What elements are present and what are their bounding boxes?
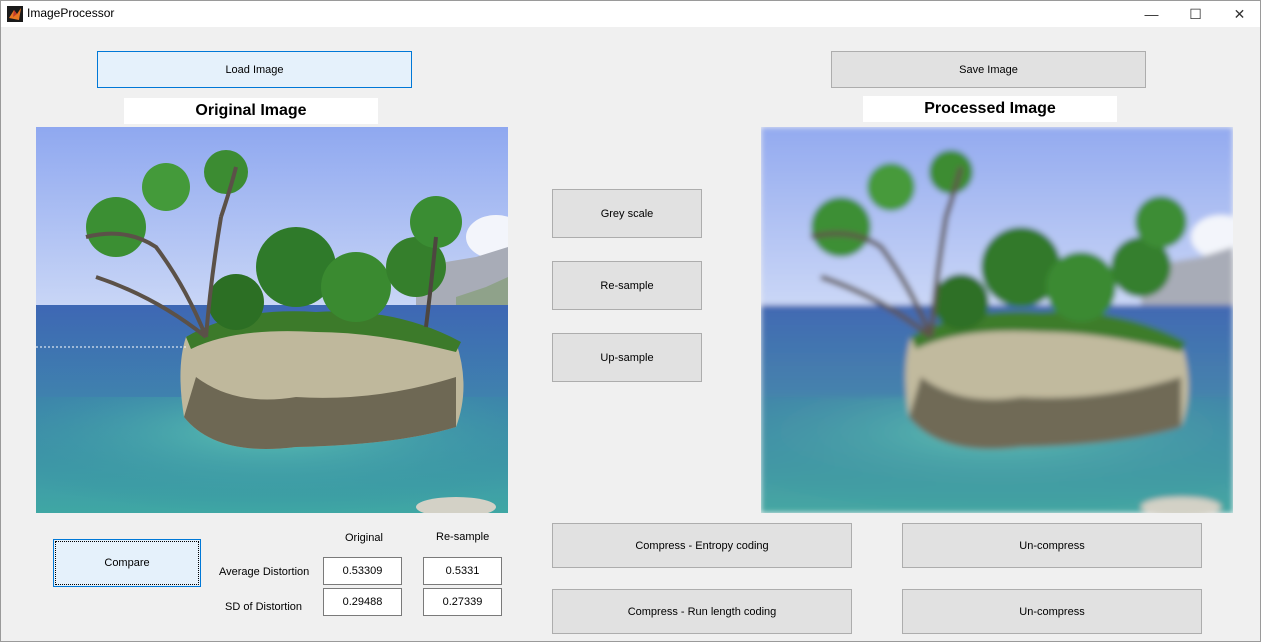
processed-image-heading: Processed Image: [863, 96, 1117, 122]
col-resample-label: Re-sample: [436, 531, 490, 543]
avg-distortion-label: Average Distortion: [219, 566, 310, 578]
app-window: ImageProcessor — ☐ ✕ Load Image Save Ima…: [0, 0, 1261, 642]
compare-button[interactable]: Compare: [53, 539, 201, 587]
re-sample-button[interactable]: Re-sample: [552, 261, 702, 310]
uncompress-entropy-button[interactable]: Un-compress: [902, 523, 1202, 568]
up-sample-button[interactable]: Up-sample: [552, 333, 702, 382]
save-image-button[interactable]: Save Image: [831, 51, 1146, 88]
compress-entropy-button[interactable]: Compress - Entropy coding: [552, 523, 852, 568]
sd-distortion-label: SD of Distortion: [225, 601, 303, 613]
matlab-icon: [7, 6, 23, 22]
sd-original-field[interactable]: 0.29488: [323, 588, 402, 616]
compress-rle-button[interactable]: Compress - Run length coding: [552, 589, 852, 634]
grey-scale-button[interactable]: Grey scale: [552, 189, 702, 238]
maximize-button[interactable]: ☐: [1173, 1, 1218, 27]
original-image-heading: Original Image: [124, 98, 378, 124]
title-bar: ImageProcessor — ☐ ✕: [1, 1, 1260, 27]
load-image-button[interactable]: Load Image: [97, 51, 412, 88]
minimize-button[interactable]: —: [1129, 1, 1174, 27]
col-original-label: Original: [345, 532, 383, 544]
uncompress-rle-button[interactable]: Un-compress: [902, 589, 1202, 634]
avg-original-field[interactable]: 0.53309: [323, 557, 402, 585]
sd-resample-field[interactable]: 0.27339: [423, 588, 502, 616]
processed-image: [761, 127, 1233, 513]
window-title: ImageProcessor: [27, 6, 115, 20]
close-button[interactable]: ✕: [1217, 1, 1261, 27]
avg-resample-field[interactable]: 0.5331: [423, 557, 502, 585]
original-image: [36, 127, 508, 513]
